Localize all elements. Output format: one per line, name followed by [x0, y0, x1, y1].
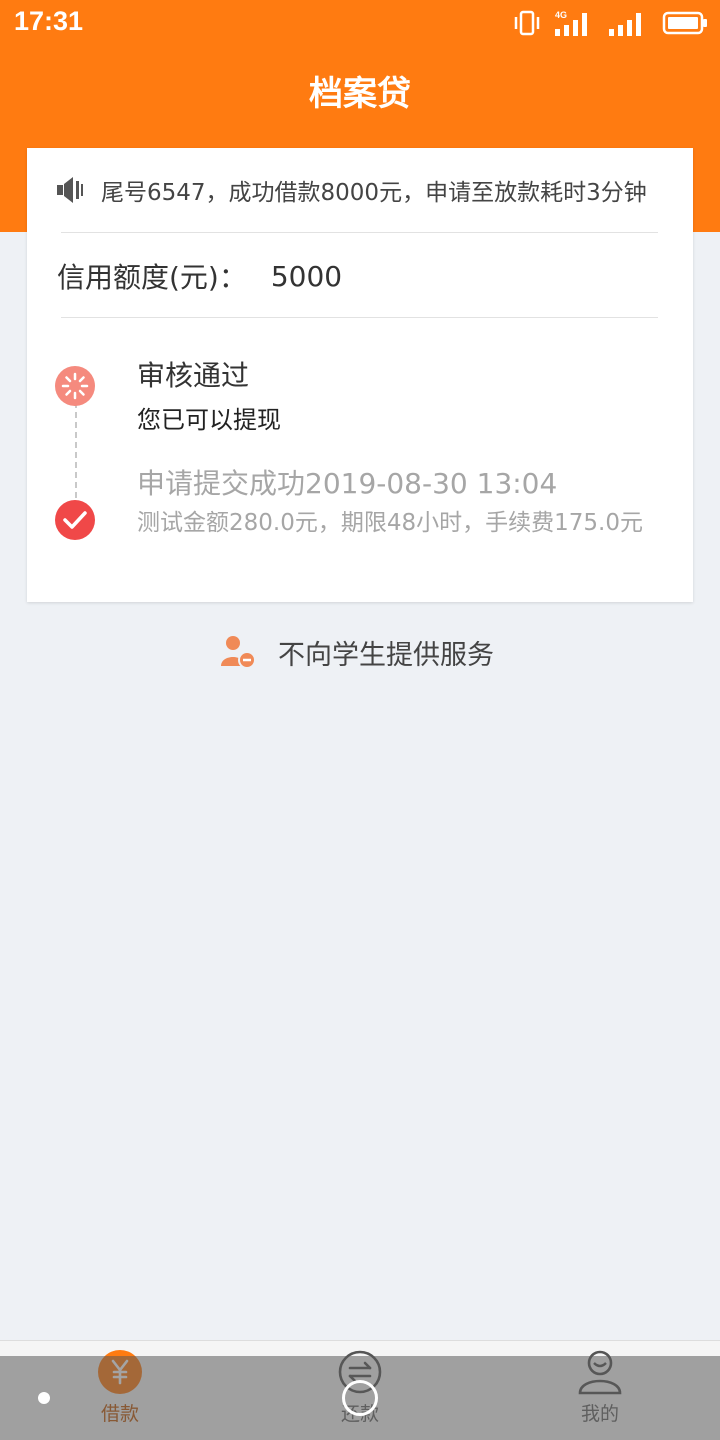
user-icon: [578, 1350, 622, 1395]
status-bar: 17:31 4G: [0, 0, 720, 46]
credit-limit-row: 信用额度(元)： 5000: [57, 256, 342, 296]
battery-icon: [662, 11, 707, 35]
divider: [61, 232, 658, 233]
student-notice-text: 不向学生提供服务: [278, 639, 494, 671]
tab-borrow[interactable]: 借款: [60, 1349, 180, 1433]
divider: [61, 317, 658, 318]
check-circle-icon: [55, 500, 95, 540]
step-subtitle: 您已可以提现: [137, 406, 281, 434]
signal-4g-icon: 4G: [555, 10, 587, 36]
notice-banner: 尾号6547，成功借款8000元，申请至放款耗时3分钟: [55, 172, 675, 208]
loan-status-card: 尾号6547，成功借款8000元，申请至放款耗时3分钟 信用额度(元)： 500…: [27, 148, 693, 602]
credit-value: 5000: [270, 259, 343, 293]
credit-label: 信用额度(元)：: [57, 261, 247, 294]
network-label: 4G: [555, 10, 567, 20]
step-title: 审核通过: [137, 359, 250, 392]
tab-label: 借款: [100, 1403, 139, 1425]
loading-icon: [55, 366, 95, 406]
status-time: 17:31: [14, 6, 84, 36]
vibrate-icon: [514, 10, 540, 36]
tab-mine[interactable]: 我的: [540, 1349, 660, 1433]
speaker-icon: [57, 177, 83, 203]
step-subtitle: 测试金额280.0元，期限48小时，手续费175.0元: [137, 510, 643, 536]
yuan-icon: [98, 1350, 142, 1394]
student-notice: 不向学生提供服务: [220, 632, 494, 672]
user-minus-icon: [221, 636, 256, 669]
signal-icon: [609, 13, 641, 36]
system-back-dot[interactable]: [38, 1392, 50, 1404]
status-icons: 4G: [514, 8, 708, 38]
notice-text: 尾号6547，成功借款8000元，申请至放款耗时3分钟: [101, 180, 647, 206]
tab-label: 我的: [580, 1403, 619, 1425]
timeline-connector: [75, 402, 77, 498]
page-title: 档案贷: [309, 74, 411, 114]
step-title: 申请提交成功2019-08-30 13:04: [137, 467, 558, 500]
system-home-button[interactable]: [342, 1380, 378, 1416]
